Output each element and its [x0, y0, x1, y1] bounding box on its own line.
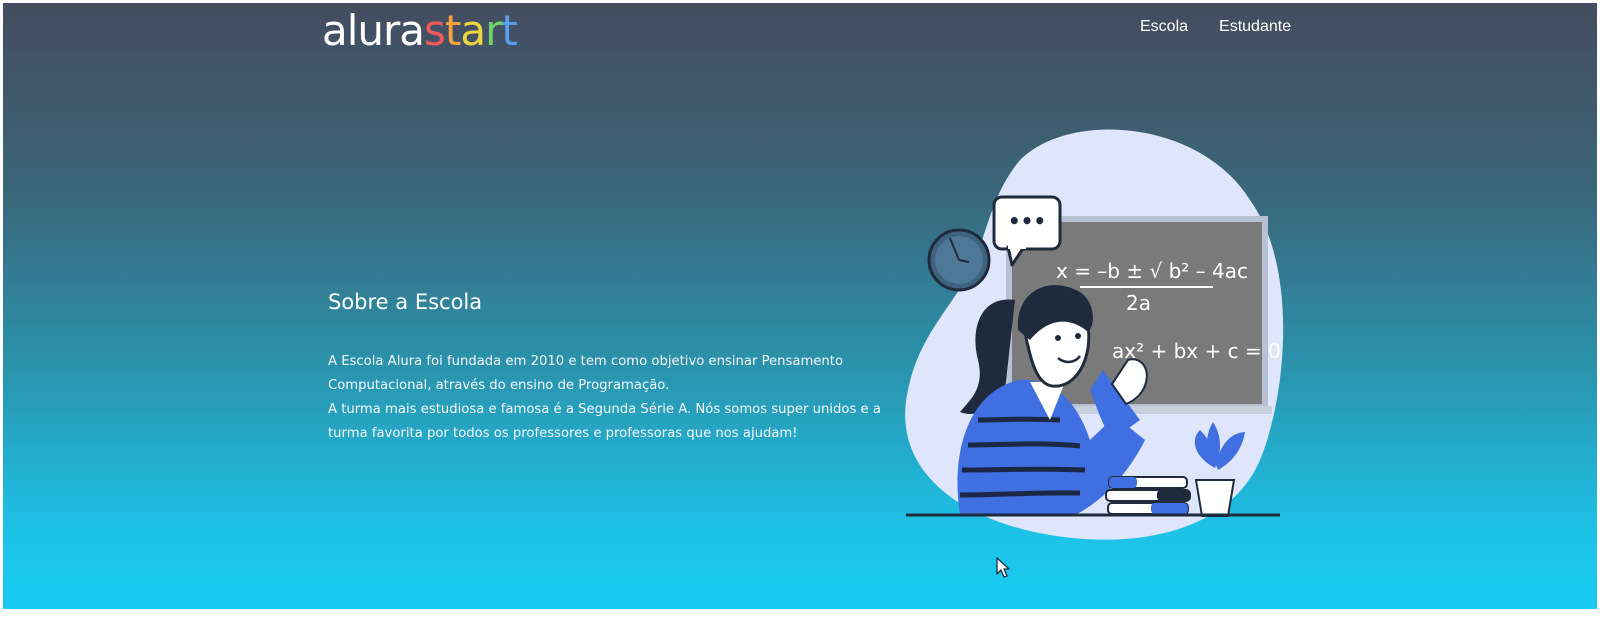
book-stack: [1105, 476, 1191, 515]
frame-top-edge: [0, 0, 1600, 3]
section-title: Sobre a Escola: [328, 290, 483, 314]
logo-letter: s: [424, 6, 446, 55]
logo-letter: t: [501, 6, 518, 55]
teacher-illustration: x = –b ± √ b² – 4ac 2a ax² + bx + c = 0 …: [905, 129, 1284, 540]
about-paragraph-2: A turma mais estudiosa e famosa é a Segu…: [328, 402, 881, 441]
nav-link-escola[interactable]: Escola: [1140, 18, 1188, 36]
logo-letter: t: [444, 6, 462, 55]
logo-text-start: start: [424, 6, 518, 55]
alurastart-logo[interactable]: alurastart: [322, 6, 518, 56]
main-nav: Escola Estudante: [1140, 18, 1291, 36]
mouse-cursor-icon: [996, 557, 1010, 578]
about-paragraph-1: A Escola Alura foi fundada em 2010 e tem…: [328, 354, 844, 393]
speech-bubble-dots: •••: [1008, 209, 1046, 233]
quadratic-formula: x = –b ± √ b² – 4ac: [1056, 259, 1248, 283]
nav-link-estudante[interactable]: Estudante: [1219, 18, 1291, 36]
clock-icon: [927, 228, 991, 292]
logo-letter: a: [460, 6, 486, 55]
frame-bottom-edge: [0, 609, 1600, 620]
logo-letter: r: [485, 6, 502, 55]
logo-text-alura: alura: [322, 6, 425, 55]
frame-left-edge: [0, 0, 3, 620]
section-text: A Escola Alura foi fundada em 2010 e tem…: [328, 350, 913, 446]
formula-denominator: 2a: [1126, 291, 1151, 315]
